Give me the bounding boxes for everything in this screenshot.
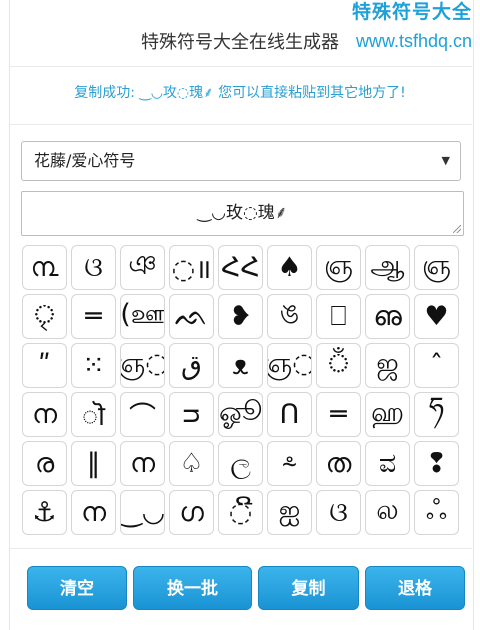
symbol-cell[interactable]: ஐ — [267, 490, 312, 535]
symbol-cell[interactable]: ത — [316, 441, 361, 486]
symbol-cell[interactable]: ॊ — [71, 392, 116, 437]
symbol-cell[interactable]: ঙ — [267, 294, 312, 339]
symbol-cell[interactable]: ഗ — [169, 490, 214, 535]
backspace-button[interactable]: 退格 — [365, 566, 465, 610]
symbol-cell[interactable]: ന — [120, 441, 165, 486]
symbol-cell[interactable]: ൩ — [22, 245, 67, 290]
symbol-cell[interactable]: ═ — [316, 392, 361, 437]
symbol-cell[interactable]: ഌ — [365, 294, 410, 339]
symbol-cell[interactable]: ஞ — [414, 245, 459, 290]
symbol-cell[interactable]: ന — [71, 490, 116, 535]
symbol-cell[interactable]: ଓ — [316, 490, 361, 535]
symbol-cell[interactable]: ವ — [365, 441, 410, 486]
symbol-cell[interactable]: ཧ — [414, 392, 459, 437]
symbol-cell[interactable]: ♥ — [414, 294, 459, 339]
symbol-cell[interactable]: ஞ◌ — [267, 343, 312, 388]
symbol-cell[interactable]: ଓ — [71, 245, 116, 290]
symbol-cell[interactable]: ஃ — [414, 490, 459, 535]
symbol-cell[interactable]: ʺ — [22, 343, 67, 388]
symbol-cell[interactable]: ❢ — [414, 441, 459, 486]
symbol-cell[interactable]: ঁ — [316, 343, 361, 388]
symbol-cell[interactable]: ˆ — [414, 343, 459, 388]
resize-handle-icon[interactable] — [453, 225, 461, 233]
output-textarea[interactable]: ‿◡玫◌瑰⸙ — [21, 191, 464, 236]
symbol-cell[interactable]: ന — [22, 392, 67, 437]
symbol-cell[interactable]: ල — [218, 441, 263, 486]
dropdown-arrow-icon: ▼ — [441, 154, 450, 167]
symbol-cell[interactable]: ஞ◌ — [120, 343, 165, 388]
copy-status-message: 复制成功: ‿◡攻◌瑰⸙ 您可以直接粘贴到其它地方了! — [74, 85, 406, 101]
symbol-cell[interactable]: ق — [169, 343, 214, 388]
symbol-cell[interactable]: ஹ — [365, 392, 410, 437]
symbol-cell[interactable]: ஆ — [365, 245, 410, 290]
divider — [10, 124, 472, 125]
watermark-title: 特殊符号大全 — [351, 2, 472, 23]
symbol-cell[interactable]: ⁙ — [71, 343, 116, 388]
symbol-cell[interactable]: ◌॥ — [169, 245, 214, 290]
clear-button[interactable]: 清空 — [27, 566, 127, 610]
symbol-cell[interactable]: ♤ — [169, 441, 214, 486]
symbol-cell[interactable]: ⎕ — [316, 294, 361, 339]
symbol-cell[interactable]: ═ — [71, 294, 116, 339]
symbol-cell[interactable]: ᴝ — [169, 392, 214, 437]
symbol-cell[interactable]: ⌒ — [120, 392, 165, 437]
output-value: ‿◡玫◌瑰⸙ — [197, 203, 288, 223]
symbol-cell[interactable]: ‖ — [71, 441, 116, 486]
symbol-cell[interactable]: ◌ৃ — [22, 294, 67, 339]
symbol-grid: ൩ଓঞ◌॥ՀՀ♠ஞஆஞ◌ৃ═(ஊᨒ❥ঙ⎕ഌ♥ʺ⁙ஞ◌قᴥஞ◌ঁஜˆനॊ⌒ᴝஓூᑎ… — [22, 245, 462, 535]
symbol-cell[interactable]: ல — [365, 490, 410, 535]
divider — [10, 66, 472, 67]
symbol-cell[interactable]: ՀՀ — [218, 245, 263, 290]
symbol-cell[interactable]: ஓூ — [218, 392, 263, 437]
symbol-cell[interactable]: (ஊ — [120, 294, 165, 339]
symbol-cell[interactable]: ஞ — [316, 245, 361, 290]
category-select-value: 花藤/爱心符号 — [34, 151, 136, 170]
symbol-cell[interactable]: ᨒ — [169, 294, 214, 339]
symbol-cell[interactable]: ര — [22, 441, 67, 486]
symbol-cell[interactable]: ஜ — [365, 343, 410, 388]
symbol-cell[interactable]: ᑎ — [267, 392, 312, 437]
divider — [10, 548, 472, 549]
page-title: 特殊符号大全在线生成器 — [141, 32, 339, 53]
symbol-cell[interactable]: ⸛ — [267, 441, 312, 486]
symbol-cell[interactable]: ঞ — [120, 245, 165, 290]
category-select[interactable]: 花藤/爱心符号 ▼ — [21, 141, 461, 181]
symbol-cell[interactable]: ❥ — [218, 294, 263, 339]
copy-button[interactable]: 复制 — [258, 566, 359, 610]
symbol-cell[interactable]: ᴥ — [218, 343, 263, 388]
change-batch-button[interactable]: 换一批 — [133, 566, 252, 610]
symbol-cell[interactable]: ‿◡ — [120, 490, 165, 535]
symbol-cell[interactable]: ⚓ — [22, 490, 67, 535]
symbol-cell[interactable]: ♠ — [267, 245, 312, 290]
symbol-cell[interactable]: ◌ີ — [218, 490, 263, 535]
